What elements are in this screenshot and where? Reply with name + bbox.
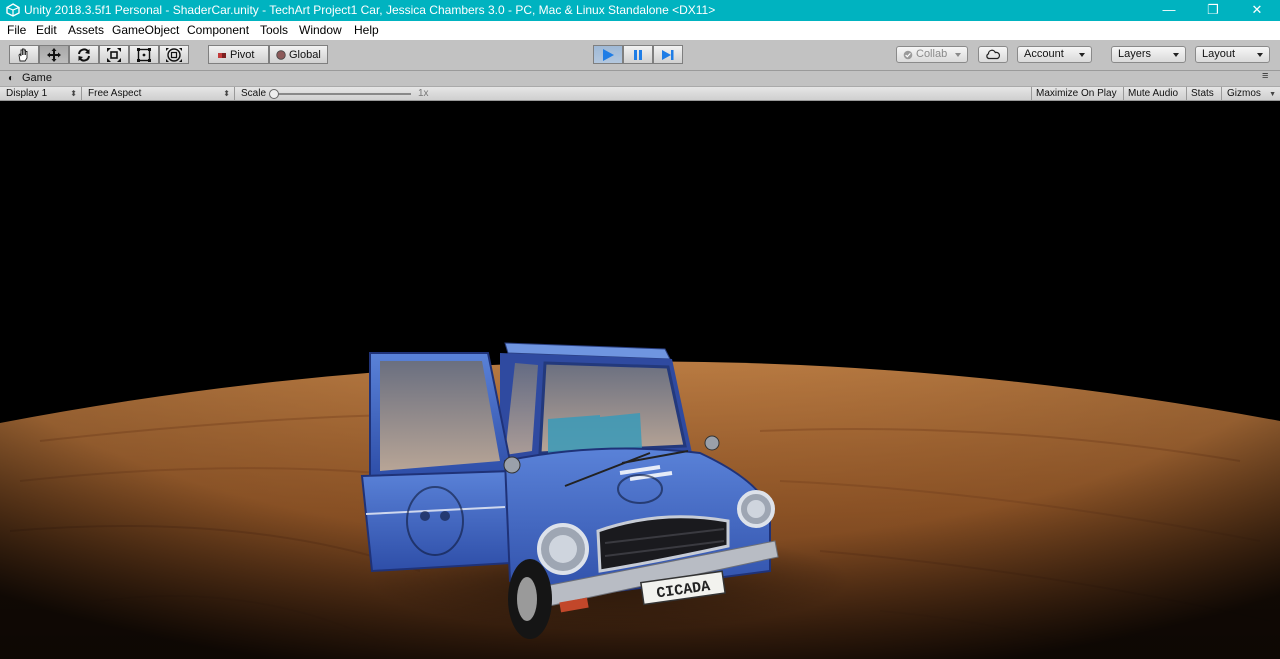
rect-tool-button[interactable] — [129, 45, 159, 64]
cloud-button[interactable] — [978, 46, 1008, 63]
scale-value: 1x — [418, 88, 429, 99]
tab-game[interactable]: Game — [22, 72, 52, 84]
updown-arrow-icon: ⬍ — [223, 89, 230, 98]
chevron-down-icon: ▼ — [1269, 91, 1276, 98]
chevron-down-icon — [1079, 53, 1085, 57]
cloud-icon — [986, 49, 1001, 60]
globe-icon — [276, 49, 286, 60]
pause-button[interactable] — [623, 45, 653, 64]
window-title: Unity 2018.3.5f1 Personal - ShaderCar.un… — [24, 3, 716, 17]
scale-tool-icon — [107, 47, 121, 62]
maximize-on-play-toggle[interactable]: Maximize On Play — [1031, 87, 1124, 101]
layout-label: Layout — [1202, 48, 1236, 60]
game-tab-header: ◐ Game ≡ — [0, 70, 1280, 86]
game-viewport[interactable]: CICADA — [0, 101, 1280, 659]
chevron-down-icon — [955, 53, 961, 57]
mute-audio-toggle[interactable]: Mute Audio — [1124, 87, 1187, 101]
hand-tool-button[interactable] — [9, 45, 39, 64]
collab-label: Collab — [916, 48, 948, 60]
tab-menu-icon[interactable]: ≡ — [1262, 70, 1268, 82]
game-controller-icon: ◐ — [8, 73, 15, 84]
scale-tool-button[interactable] — [99, 45, 129, 64]
account-label: Account — [1024, 48, 1064, 60]
move-tool-button[interactable] — [39, 45, 69, 64]
display-dropdown[interactable]: Display 1 ⬍ — [0, 87, 82, 101]
game-view-controls: Display 1 ⬍ Free Aspect ⬍ Scale 1x Maxim… — [0, 86, 1280, 101]
close-button[interactable]: ✕ — [1234, 0, 1280, 21]
title-bar: Unity 2018.3.5f1 Personal - ShaderCar.un… — [0, 0, 1280, 21]
display-label: Display 1 — [6, 88, 48, 99]
step-icon — [662, 49, 674, 60]
step-button[interactable] — [653, 45, 683, 64]
pivot-icon — [218, 52, 226, 58]
play-icon — [603, 48, 614, 61]
transform-tool-button[interactable] — [159, 45, 189, 64]
rect-tool-icon — [137, 47, 151, 62]
minimize-button[interactable]: — — [1146, 0, 1192, 21]
aspect-dropdown[interactable]: Free Aspect ⬍ — [82, 87, 235, 101]
collab-dropdown[interactable]: Collab — [896, 46, 968, 63]
hand-tool-icon — [18, 48, 28, 61]
menu-window[interactable]: Window — [299, 23, 342, 37]
menu-bar: File Edit Assets GameObject Component To… — [0, 21, 1280, 40]
pivot-label: Pivot — [230, 48, 255, 61]
check-icon — [903, 50, 913, 60]
layers-dropdown[interactable]: Layers — [1111, 46, 1186, 63]
rotate-tool-button[interactable] — [69, 45, 99, 64]
menu-help[interactable]: Help — [354, 23, 379, 37]
gizmos-dropdown[interactable]: Gizmos ▼ — [1222, 87, 1280, 101]
game-scene: CICADA — [0, 101, 1280, 659]
transform-tool-icon — [166, 47, 182, 62]
pause-icon — [634, 49, 642, 60]
updown-arrow-icon: ⬍ — [70, 89, 77, 98]
menu-component[interactable]: Component — [187, 23, 249, 37]
maximize-button[interactable]: ❐ — [1190, 0, 1236, 21]
scale-label: Scale — [241, 88, 267, 99]
menu-tools[interactable]: Tools — [260, 23, 288, 37]
gizmos-label: Gizmos — [1227, 88, 1261, 99]
menu-file[interactable]: File — [7, 23, 26, 37]
menu-edit[interactable]: Edit — [36, 23, 57, 37]
rotate-tool-icon — [78, 47, 90, 62]
aspect-label: Free Aspect — [88, 88, 142, 99]
scale-control: Scale 1x — [235, 87, 435, 101]
layout-dropdown[interactable]: Layout — [1195, 46, 1270, 63]
main-toolbar: Pivot Global Collab Account Layers Layou… — [0, 40, 1280, 71]
global-button[interactable]: Global — [269, 45, 328, 64]
move-tool-icon — [47, 47, 61, 62]
menu-assets[interactable]: Assets — [68, 23, 104, 37]
menu-gameobject[interactable]: GameObject — [112, 23, 179, 37]
layers-label: Layers — [1118, 48, 1152, 60]
play-button[interactable] — [593, 45, 623, 64]
chevron-down-icon — [1257, 53, 1263, 57]
scale-slider-thumb[interactable] — [269, 89, 279, 99]
chevron-down-icon — [1173, 53, 1179, 57]
pivot-button[interactable]: Pivot — [208, 45, 269, 64]
unity-logo-icon — [6, 3, 20, 17]
account-dropdown[interactable]: Account — [1017, 46, 1092, 63]
global-label: Global — [289, 48, 321, 61]
stats-toggle[interactable]: Stats — [1187, 87, 1222, 101]
scale-slider-track[interactable] — [271, 93, 411, 95]
